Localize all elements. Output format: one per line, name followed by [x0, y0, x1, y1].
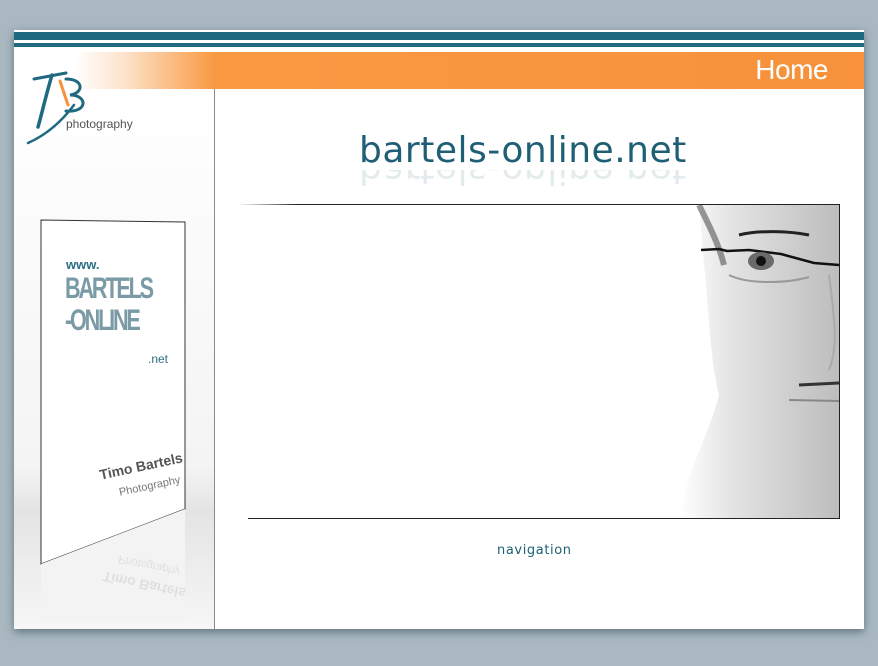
page-title: Home [755, 54, 828, 85]
sidebar: photography www. BARTELS -ONLINE .net Ti… [14, 71, 215, 629]
logo-caption: photography [66, 117, 133, 131]
site-title: bartels-online.net [359, 130, 687, 171]
hero-photo [238, 204, 840, 519]
card-online: -ONLINE [65, 304, 141, 337]
portrait-image [679, 205, 839, 518]
site-title-reflection: bartels-online.net [359, 170, 687, 188]
card-bartels: BARTELS [65, 272, 154, 305]
header-top-stripe [14, 32, 864, 40]
card-www: www. [66, 257, 100, 272]
header-thin-stripe [14, 43, 864, 47]
logo-icon[interactable] [26, 65, 146, 145]
card-net: .net [148, 352, 169, 366]
navigation-link[interactable]: navigation [497, 543, 572, 558]
page-frame: Home photography www. BARTELS -ONLINE .n… [14, 30, 864, 629]
